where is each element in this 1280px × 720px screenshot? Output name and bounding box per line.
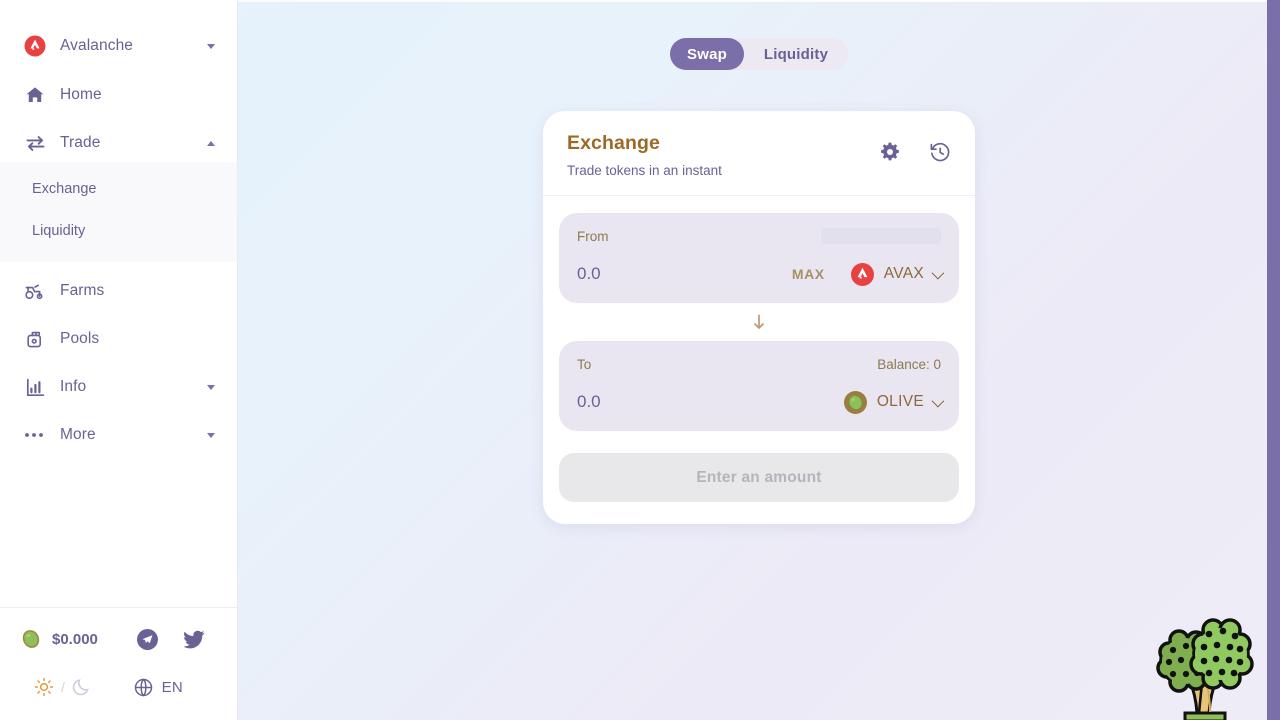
to-panel-bottom: OLIVE: [577, 389, 945, 415]
to-panel: To Balance: 0 0.0 OLIVE: [559, 341, 959, 431]
chevron-down-icon: [207, 43, 215, 49]
ellipsis-icon: [24, 424, 46, 446]
to-balance: Balance: 0: [877, 356, 941, 372]
olive-token-icon: [843, 390, 867, 414]
chevron-down-icon: [931, 394, 945, 407]
avalanche-logo-icon: [24, 35, 46, 57]
sidebar-item-trade[interactable]: Trade: [0, 124, 237, 162]
card-header-actions: [879, 132, 951, 163]
avalanche-token-icon: [850, 262, 874, 286]
card-header: Exchange Trade tokens in an instant: [543, 111, 975, 196]
to-token-symbol: OLIVE: [876, 393, 924, 410]
page-title: Exchange: [567, 132, 660, 154]
sidebar-item-label: Home: [60, 86, 102, 103]
chevron-down-icon: [931, 266, 945, 279]
settings-row: / EN: [20, 670, 217, 704]
to-panel-top: To Balance: 0: [577, 355, 941, 373]
from-label: From: [577, 228, 609, 244]
tractor-icon: [24, 280, 46, 302]
olive-tree-illustration: [1147, 614, 1259, 720]
sidebar-item-label: Pools: [60, 330, 100, 347]
token-price: $0.000: [52, 630, 98, 648]
app-root: Avalanche Home Trade Exchange Liquidity …: [0, 0, 1280, 720]
telegram-icon[interactable]: [137, 628, 158, 650]
sidebar-item-label: More: [60, 426, 96, 443]
sidebar-item-farms[interactable]: Farms: [0, 272, 237, 310]
sidebar-nav: Avalanche Home Trade Exchange Liquidity …: [0, 0, 237, 454]
olive-icon: [20, 628, 42, 650]
sidebar-footer: $0.000 / EN: [0, 607, 237, 720]
sidebar-item-label: Trade: [60, 134, 101, 151]
history-icon[interactable]: [929, 141, 951, 163]
exchange-card: Exchange Trade tokens in an instant From…: [543, 111, 975, 524]
network-selector-avalanche[interactable]: Avalanche: [0, 26, 237, 66]
home-icon: [24, 84, 46, 106]
from-panel-top: From: [577, 227, 941, 245]
max-button[interactable]: MAX: [792, 266, 825, 282]
trade-submenu: Exchange Liquidity: [0, 162, 237, 262]
from-amount-input[interactable]: [577, 264, 727, 284]
network-label: Avalanche: [60, 37, 134, 54]
moon-icon[interactable]: [72, 677, 92, 697]
sidebar-item-info[interactable]: Info: [0, 368, 237, 406]
vertical-scrollbar[interactable]: [1267, 0, 1280, 720]
from-token-selector[interactable]: AVAX: [850, 262, 945, 286]
sidebar-subitem-label: Liquidity: [32, 223, 86, 239]
sidebar-subitem-exchange[interactable]: Exchange: [0, 168, 237, 210]
from-balance-skeleton: [821, 228, 941, 244]
main-content: Swap Liquidity Exchange Trade tokens in …: [238, 0, 1280, 720]
sidebar-item-home[interactable]: Home: [0, 76, 237, 114]
swap-direction-row: [559, 303, 959, 341]
chevron-down-icon: [207, 384, 215, 390]
to-token-selector[interactable]: OLIVE: [843, 390, 945, 414]
sidebar-item-more[interactable]: More: [0, 416, 237, 454]
swap-arrows-icon: [24, 132, 46, 154]
gear-icon[interactable]: [879, 141, 901, 163]
sidebar-item-pools[interactable]: Pools: [0, 320, 237, 358]
sidebar-subitem-liquidity[interactable]: Liquidity: [0, 210, 237, 252]
chevron-up-icon: [207, 140, 215, 146]
language-label: EN: [161, 678, 183, 696]
from-token-symbol: AVAX: [883, 265, 924, 282]
sidebar-item-label: Farms: [60, 282, 105, 299]
bar-chart-icon: [24, 376, 46, 398]
tab-swap[interactable]: Swap: [670, 38, 744, 70]
submit-swap-button[interactable]: Enter an amount: [559, 453, 959, 502]
page-subtitle: Trade tokens in an instant: [567, 163, 722, 178]
swap-liquidity-toggle: Swap Liquidity: [670, 38, 848, 70]
language-selector[interactable]: EN: [134, 678, 217, 697]
to-amount-input[interactable]: [577, 392, 727, 412]
sidebar-item-label: Info: [60, 378, 87, 395]
theme-separator: /: [61, 679, 65, 695]
sun-icon[interactable]: [34, 677, 54, 697]
pool-jar-icon: [24, 328, 46, 350]
card-body: From MAX: [543, 196, 975, 524]
sidebar: Avalanche Home Trade Exchange Liquidity …: [0, 0, 238, 720]
from-panel: From MAX: [559, 213, 959, 303]
arrow-down-icon[interactable]: [751, 313, 767, 331]
twitter-icon[interactable]: [184, 630, 205, 649]
chevron-down-icon: [207, 432, 215, 438]
tab-liquidity[interactable]: Liquidity: [744, 38, 848, 70]
globe-icon: [134, 678, 153, 697]
card-header-text: Exchange Trade tokens in an instant: [567, 132, 722, 178]
social-links: [137, 628, 217, 650]
to-label: To: [577, 356, 592, 372]
sidebar-subitem-label: Exchange: [32, 181, 97, 197]
token-price-row: $0.000: [20, 622, 217, 656]
from-panel-bottom: MAX AVAX: [577, 261, 945, 287]
